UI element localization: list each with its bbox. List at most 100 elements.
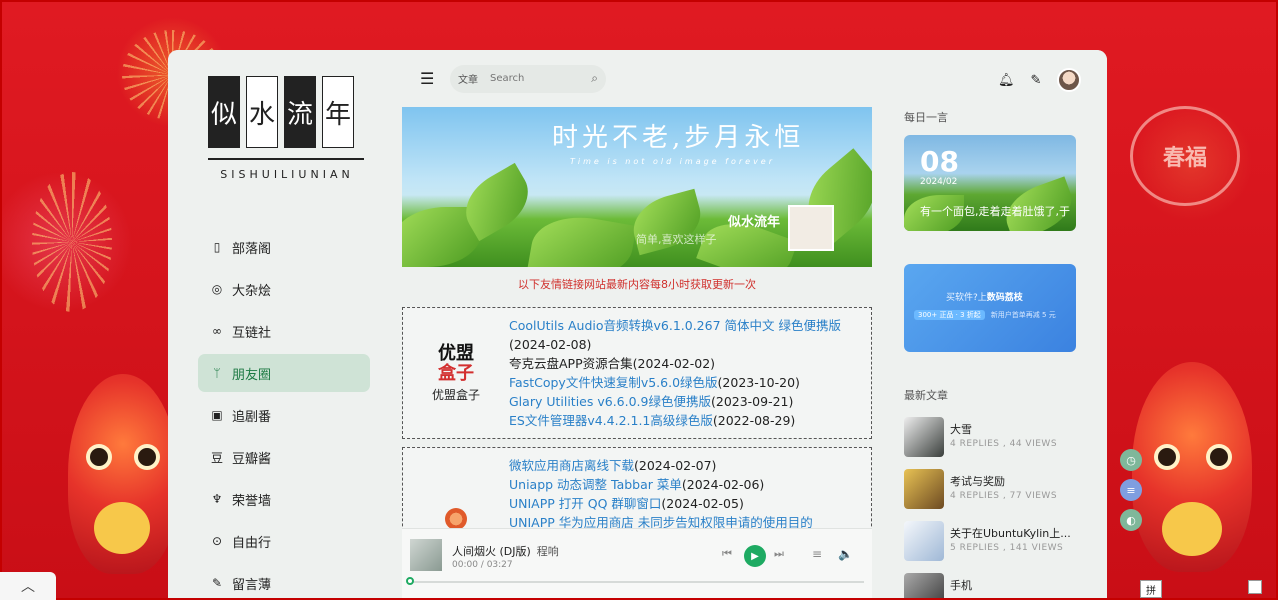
search-icon[interactable]: ⌕ xyxy=(591,71,598,86)
daily-quote-title: 每日一言 xyxy=(904,111,948,124)
search-bar: 文章 ⌕ xyxy=(450,64,606,93)
logo-divider xyxy=(208,158,364,160)
douban-icon: 豆 xyxy=(210,450,223,465)
album-cover[interactable] xyxy=(410,539,442,571)
post-title: Glary Utilities v6.6.0.9绿色便携版 xyxy=(509,394,711,409)
trophy-icon: ♆ xyxy=(211,492,223,506)
ad-line1: 买软件?上数码荔枝 xyxy=(946,290,1023,303)
friend-post-item[interactable]: ES文件管理器v4.4.2.1.1高级绿色版(2022-08-29) xyxy=(509,411,841,430)
post-thumbnail xyxy=(904,417,944,457)
playlist-icon[interactable]: ≡ xyxy=(812,547,822,561)
friend-post-item[interactable]: CoolUtils Audio音频转换v6.1.0.267 简体中文 绿色便携版 xyxy=(509,316,841,335)
nav-item-label: 部落阁 xyxy=(232,241,272,257)
nav-item-pengyouquan[interactable]: ᛘ 朋友圈 xyxy=(198,354,370,392)
quote-text: 有一个面包,走着走着肚饿了,于是就把自己吃了 xyxy=(920,205,1070,218)
post-title: 手机 xyxy=(950,579,972,592)
friend-site-name: 优盟盒子 xyxy=(431,387,480,402)
top-bar: ☰ 文章 ⌕ xyxy=(402,50,872,107)
next-track-icon[interactable]: ⏭ xyxy=(774,547,784,561)
song-info: 人间烟火 (DJ版) 程响 xyxy=(452,543,559,559)
post-date: (2022-08-29) xyxy=(712,413,796,428)
ime-indicator[interactable]: 拼 xyxy=(1140,580,1162,598)
new-year-stamp-decoration: 春福 xyxy=(1130,106,1240,206)
friend-post-item[interactable]: Glary Utilities v6.6.0.9绿色便携版(2023-09-21… xyxy=(509,392,841,411)
bell-icon[interactable]: 🔔︎ xyxy=(998,73,1015,88)
progress-knob[interactable] xyxy=(406,577,414,585)
nav-item-label: 豆瓣酱 xyxy=(232,451,272,467)
post-meta: 5 REPLIES , 141 VIEWS xyxy=(950,543,1064,553)
post-date: (2024-02-07) xyxy=(634,458,717,473)
nav-item-doubanjiang[interactable]: 豆 豆瓣酱 xyxy=(198,438,370,476)
friend-site-card: 优盟 盒子 优盟盒子 CoolUtils Audio音频转换v6.1.0.267… xyxy=(402,307,872,439)
nav-item-buluoge[interactable]: ▯ 部落阁 xyxy=(198,228,370,266)
search-input[interactable] xyxy=(490,73,576,84)
volume-icon[interactable]: 🔈 xyxy=(838,547,853,561)
ad-text: 买软件?上 xyxy=(946,293,987,303)
friend-post-item[interactable]: FastCopy文件快速复制v5.6.0绿色版(2023-10-20) xyxy=(509,373,841,392)
nav-item-label: 追剧番 xyxy=(232,409,272,425)
site-logo[interactable]: 似 水 流 年 SISHUILIUNIAN xyxy=(208,76,366,181)
quote-month: 2024/02 xyxy=(920,177,958,187)
ad-pill: 300+ 正品 · 3 折起 xyxy=(914,310,985,320)
latest-post-item[interactable]: 手机 xyxy=(904,573,1104,598)
scroll-to-top-button[interactable]: ︿ xyxy=(0,572,56,600)
nav-item-ziyouxing[interactable]: ⊙ 自由行 xyxy=(198,522,370,560)
logo-char: 水 xyxy=(246,76,278,148)
latest-posts-title: 最新文章 xyxy=(904,389,948,402)
latest-post-item[interactable]: 考试与奖励 4 REPLIES , 77 VIEWS xyxy=(904,469,1104,511)
friend-site-info[interactable]: 优盟 盒子 优盟盒子 xyxy=(411,308,501,438)
friend-post-item[interactable]: 夸克云盘APP资源合集(2024-02-02) xyxy=(509,354,841,373)
search-category[interactable]: 文章 xyxy=(458,71,478,86)
theme-float-button[interactable]: ◐ xyxy=(1120,509,1142,531)
post-date: (2023-09-21) xyxy=(710,394,794,409)
logo-subtitle: SISHUILIUNIAN xyxy=(220,168,354,181)
leaf-decoration xyxy=(527,208,637,267)
edit-icon[interactable]: ✎ xyxy=(1031,73,1042,88)
friend-links-notice: 以下友情链接网站最新内容每8小时获取更新一次 xyxy=(518,278,756,291)
ad-line2: 300+ 正品 · 3 折起 新用户首单再减 5 元 xyxy=(914,310,1056,320)
friend-post-list: CoolUtils Audio音频转换v6.1.0.267 简体中文 绿色便携版… xyxy=(509,316,841,430)
latest-post-item[interactable]: 大雪 4 REPLIES , 44 VIEWS xyxy=(904,417,1104,459)
banner-author-name: 似水流年 xyxy=(728,215,781,230)
friend-post-item[interactable]: UNIAPP 打开 QQ 群聊窗口(2024-02-05) xyxy=(509,494,813,513)
ad-text: 新用户首单再减 5 元 xyxy=(990,311,1056,319)
hamburger-menu-icon[interactable]: ☰ xyxy=(420,69,438,88)
edit-icon: ✎ xyxy=(211,576,223,590)
nav-item-zhuijufan[interactable]: ▣ 追剧番 xyxy=(198,396,370,434)
daily-quote-card[interactable]: 08 2024/02 有一个面包,走着走着肚饿了,于是就把自己吃了 xyxy=(904,135,1076,231)
main-nav: ▯ 部落阁 ◎ 大杂烩 ∞ 互链社 ᛘ 朋友圈 ▣ 追剧番 豆 豆瓣酱 ♆ 荣誉… xyxy=(198,228,370,598)
post-thumbnail xyxy=(904,521,944,561)
post-date: (2024-02-02) xyxy=(632,356,716,371)
latest-post-item[interactable]: 关于在UbuntuKylin上... 5 REPLIES , 141 VIEWS xyxy=(904,521,1104,563)
nav-item-label: 自由行 xyxy=(232,535,272,551)
nav-item-rongyuqiang[interactable]: ♆ 荣誉墙 xyxy=(198,480,370,518)
logo-char: 流 xyxy=(284,76,316,148)
post-title: 关于在UbuntuKylin上... xyxy=(950,527,1071,540)
nav-item-hulianshe[interactable]: ∞ 互链社 xyxy=(198,312,370,350)
previous-track-icon[interactable]: ⏮ xyxy=(722,547,732,561)
post-title: CoolUtils Audio音频转换v6.1.0.267 简体中文 绿色便携版 xyxy=(509,318,841,333)
author-avatar[interactable] xyxy=(788,205,834,251)
left-sidebar: 似 水 流 年 SISHUILIUNIAN ▯ 部落阁 ◎ 大杂烩 ∞ 互链社 xyxy=(168,50,402,598)
nav-item-dazahui[interactable]: ◎ 大杂烩 xyxy=(198,270,370,308)
banner-title: 时光不老,步月永恒 xyxy=(552,123,805,153)
nav-item-label: 荣誉墙 xyxy=(232,493,272,509)
friend-post-item[interactable]: 微软应用商店离线下载(2024-02-07) xyxy=(509,456,813,475)
quote-day: 08 xyxy=(920,145,959,178)
progress-track[interactable] xyxy=(410,581,864,583)
post-title: 考试与奖励 xyxy=(950,475,1005,488)
ad-banner[interactable]: 买软件?上数码荔枝 300+ 正品 · 3 折起 新用户首单再减 5 元 xyxy=(904,264,1076,352)
post-date: (2023-10-20) xyxy=(717,375,800,390)
play-button[interactable]: ▶ xyxy=(744,545,766,567)
sprout-icon: ᛘ xyxy=(213,366,221,380)
clock-float-button[interactable]: ◷ xyxy=(1120,449,1142,471)
map-icon: ⊙ xyxy=(211,534,223,548)
post-date: (2024-02-08) xyxy=(509,337,592,352)
hero-banner: 时光不老,步月永恒 Time is not old image forever … xyxy=(402,107,872,267)
nav-item-liuyanbo[interactable]: ✎ 留言薄 xyxy=(198,564,370,598)
list-float-button[interactable]: ≡ xyxy=(1120,479,1142,501)
post-date: (2024-02-05) xyxy=(661,496,744,511)
friend-post-item[interactable]: Uniapp 动态调整 Tabbar 菜单(2024-02-06) xyxy=(509,475,813,494)
window-corner-button[interactable] xyxy=(1248,580,1262,594)
user-avatar[interactable] xyxy=(1057,68,1082,92)
